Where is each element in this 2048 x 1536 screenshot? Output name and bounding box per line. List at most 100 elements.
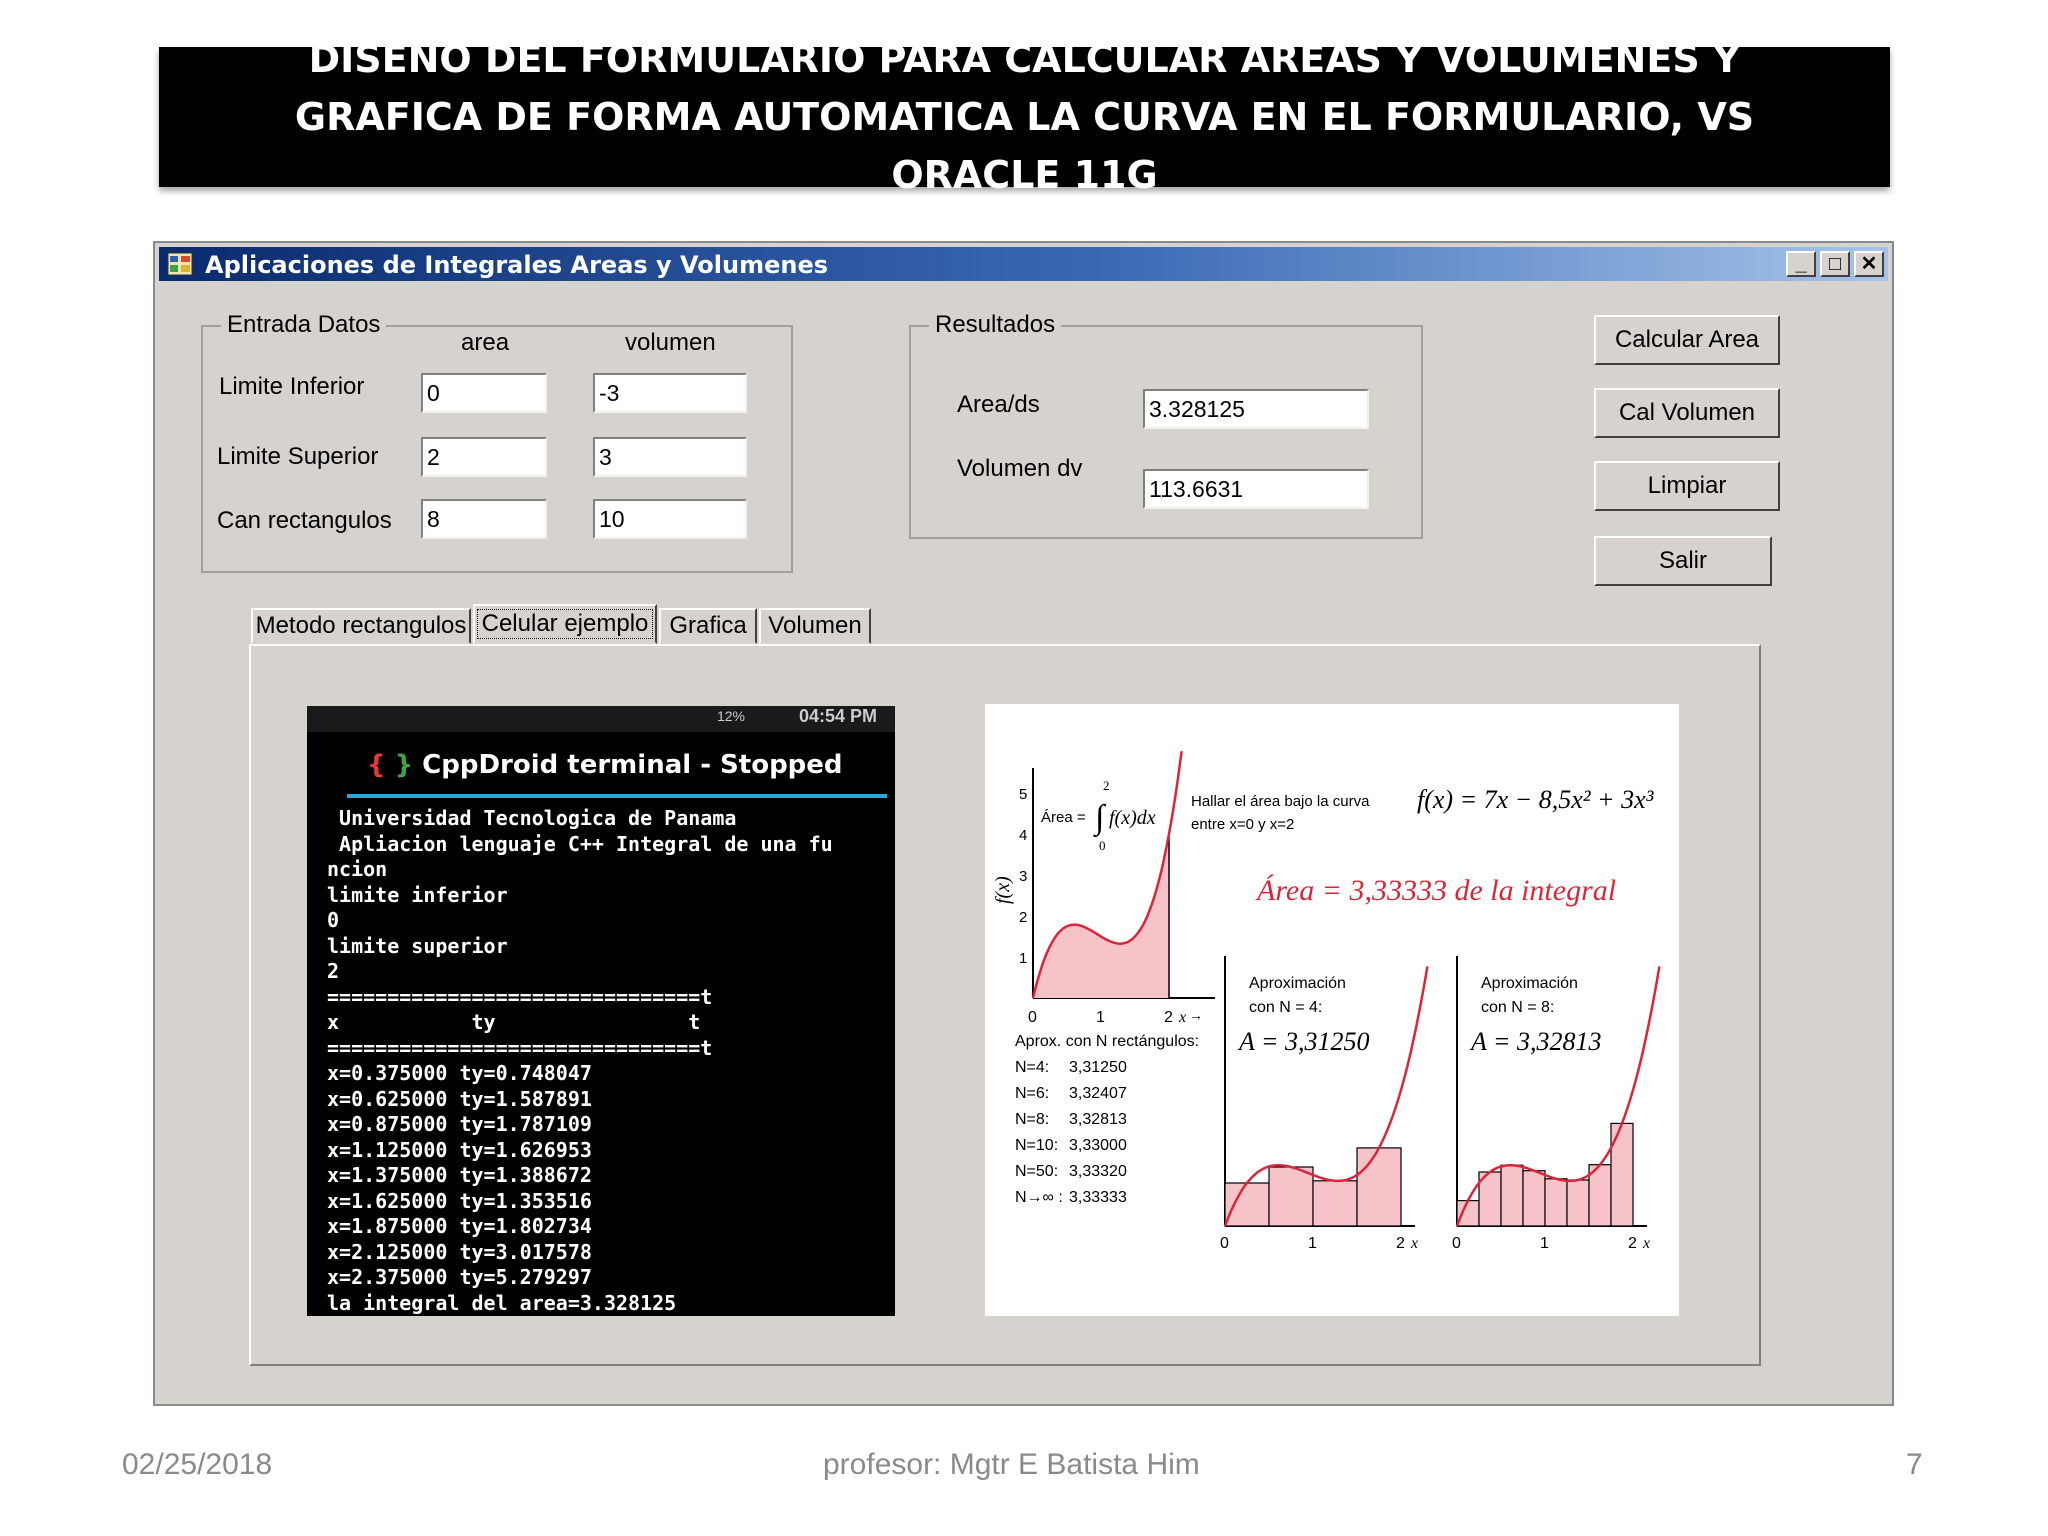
footer-author: profesor: Mgtr E Batista Him xyxy=(823,1448,1200,1481)
panel-n8-rectangle xyxy=(1544,1178,1568,1227)
terminal-line: 0 xyxy=(327,908,340,932)
terminal-line: x=1.875000 ty=1.802734 xyxy=(327,1214,592,1238)
terminal-line: ===============================t xyxy=(327,984,713,1009)
terminal-title-divider xyxy=(347,794,887,798)
terminal-output: Universidad Tecnologica de Panama Apliac… xyxy=(327,806,833,1316)
approx-n-label: N=8: xyxy=(1015,1111,1049,1128)
slide-title: DISEÑO DEL FORMULARIO PARA CALCULAR AREA… xyxy=(294,37,1755,197)
main-y-tick-label: 2 xyxy=(1019,909,1027,926)
approx-value: 3,33000 xyxy=(1069,1137,1127,1154)
limite-inferior-label: Limite Inferior xyxy=(219,373,365,400)
minimize-button[interactable]: _ xyxy=(1786,251,1816,277)
function-formula: f(x) = 7x − 8,5x² + 3x³ xyxy=(1417,785,1655,814)
terminal-title-text: CppDroid terminal - Stopped xyxy=(422,750,843,780)
terminal-line: 2 xyxy=(327,959,340,983)
input-group-legend: Entrada Datos xyxy=(221,311,387,339)
calcular-area-button[interactable]: Calcular Area xyxy=(1594,315,1780,365)
terminal-line: limite inferior xyxy=(327,882,508,907)
approx-title: Aprox. con N rectángulos: xyxy=(1015,1033,1199,1050)
terminal-line: ncion xyxy=(327,857,388,881)
terminal-line: ===============================t xyxy=(327,1035,713,1060)
volumen-result-field[interactable]: 113.6631 xyxy=(1143,469,1369,509)
slide-title-banner: DISEÑO DEL FORMULARIO PARA CALCULAR AREA… xyxy=(159,37,1890,197)
volumen-can-rectangulos-field[interactable]: 10 xyxy=(593,499,747,539)
approx-n-label: N→∞ : xyxy=(1015,1189,1063,1206)
panel-n8-x-tick-label: 0 xyxy=(1452,1235,1461,1252)
integral-figure-svg: 0 1 2 x →12345f(x)Área = ∫20f(x)dxHallar el á… xyxy=(992,751,1661,1252)
panel-n8-title-line-2: con N = 8: xyxy=(1481,999,1554,1016)
main-y-axis-label: f(x) xyxy=(992,876,1014,904)
main-y-tick-label: 3 xyxy=(1019,868,1027,885)
panel-n4-x-tick-label: 2 xyxy=(1396,1235,1405,1252)
limpiar-button[interactable]: Limpiar xyxy=(1594,461,1780,511)
results-group-legend: Resultados xyxy=(929,311,1062,339)
main-x-tick-label: 1 xyxy=(1096,1009,1105,1026)
panel-n4-title-line-1: Aproximación xyxy=(1249,975,1346,992)
panel-n4-rectangle xyxy=(1224,1182,1270,1227)
volumen-dv-label: Volumen dv xyxy=(957,455,1083,482)
tab-panel-celular-ejemplo: 12% 04:54 PM { } CppDroid terminal - Sto… xyxy=(249,644,1761,1366)
integral-lower-limit: 0 xyxy=(1099,838,1106,853)
terminal-line: x=2.375000 ty=5.279297 xyxy=(327,1265,592,1289)
panel-n4-x-axis-label: x xyxy=(1410,1235,1418,1252)
prompt-line-1: Hallar el área bajo la curva xyxy=(1191,793,1370,810)
results-group: Resultados Area/ds 3.328125 Volumen dv 1… xyxy=(909,311,1423,539)
area-can-rectangulos-field[interactable]: 8 xyxy=(421,499,547,539)
approx-value: 3,33320 xyxy=(1069,1163,1127,1180)
page-number: 7 xyxy=(1906,1448,1923,1481)
close-button[interactable]: ✕ xyxy=(1854,251,1884,277)
panel-n4-rectangle xyxy=(1312,1180,1358,1227)
area-limite-inferior-field[interactable]: 0 xyxy=(421,373,547,413)
can-rectangulos-label: Can rectangulos xyxy=(217,507,392,534)
tab-celular-ejemplo[interactable]: Celular ejemplo xyxy=(473,604,657,644)
terminal-line: x=0.875000 ty=1.787109 xyxy=(327,1112,592,1136)
main-y-tick-label: 1 xyxy=(1019,950,1027,967)
footer-date: 02/25/2018 xyxy=(122,1448,273,1481)
maximize-button[interactable]: □ xyxy=(1820,251,1850,277)
app-window: Aplicaciones de Integrales Areas y Volum… xyxy=(153,241,1894,1406)
area-limite-superior-field[interactable]: 2 xyxy=(421,437,547,477)
integral-area-label: Área = xyxy=(1041,809,1086,826)
panel-n8-area-value: A = 3,32813 xyxy=(1469,1027,1601,1056)
panel-n8-title-line-1: Aproximación xyxy=(1481,975,1578,992)
main-y-tick-label: 4 xyxy=(1019,827,1027,844)
main-x-arrow: → xyxy=(1189,1007,1203,1023)
cal-volumen-button[interactable]: Cal Volumen xyxy=(1594,388,1780,438)
tab-celular-ejemplo-label: Celular ejemplo xyxy=(476,609,654,639)
area-result-field[interactable]: 3.328125 xyxy=(1143,389,1369,429)
app-icon xyxy=(167,252,193,276)
panel-n8-rectangle xyxy=(1456,1200,1480,1227)
salir-button[interactable]: Salir xyxy=(1594,536,1772,586)
main-x-tick-label: 2 xyxy=(1164,1009,1173,1026)
tab-metodo-rectangulos[interactable]: Metodo rectangulos xyxy=(251,608,471,644)
integral-upper-limit: 2 xyxy=(1103,778,1110,793)
volumen-limite-superior-field[interactable]: 3 xyxy=(593,437,747,477)
volumen-limite-inferior-field[interactable]: -3 xyxy=(593,373,747,413)
area-result-text: Área = 3,33333 de la integral xyxy=(1255,874,1616,907)
terminal-line: x=1.625000 ty=1.353516 xyxy=(327,1188,592,1213)
terminal-line: x=2.125000 ty=3.017578 xyxy=(327,1239,592,1264)
terminal-line: la integral del area=3.328125 xyxy=(327,1290,677,1315)
status-time: 04:54 PM xyxy=(798,706,877,726)
main-x-axis-label: x xyxy=(1178,1009,1186,1026)
window-titlebar[interactable]: Aplicaciones de Integrales Areas y Volum… xyxy=(159,247,1888,281)
approx-n-label: N=6: xyxy=(1015,1085,1049,1102)
area-column-header: area xyxy=(461,329,510,356)
terminal-line: Universidad Tecnologica de Panama xyxy=(327,806,737,830)
tab-grafica[interactable]: Grafica xyxy=(659,608,757,644)
terminal-title: { } CppDroid terminal - Stopped xyxy=(367,750,843,780)
terminal-line: Apliacion lenguaje C++ Integral de una f… xyxy=(327,831,833,856)
terminal-line: x=1.125000 ty=1.626953 xyxy=(327,1137,592,1162)
limite-superior-label: Limite Superior xyxy=(217,443,379,470)
terminal-line: x=0.625000 ty=1.587891 xyxy=(327,1086,592,1111)
integral-figure: 0 1 2 x → 1 2 3 4 5 f(x) Área = ∫ 2 0 f(x)dx Hallar el á… xyxy=(985,704,1679,1316)
input-group: Entrada Datos area volumen Limite Inferi… xyxy=(201,311,793,573)
tab-volumen[interactable]: Volumen xyxy=(759,608,871,644)
approx-value: 3,31250 xyxy=(1069,1059,1127,1076)
window-title: Aplicaciones de Integrales Areas y Volum… xyxy=(205,251,829,279)
panel-n4-title-line-2: con N = 4: xyxy=(1249,999,1322,1016)
terminal-line: x=0.375000 ty=0.748047 xyxy=(327,1061,592,1085)
panel-n8-rectangle xyxy=(1566,1179,1590,1227)
volumen-column-header: volumen xyxy=(625,329,716,356)
approx-n-label: N=4: xyxy=(1015,1059,1049,1076)
